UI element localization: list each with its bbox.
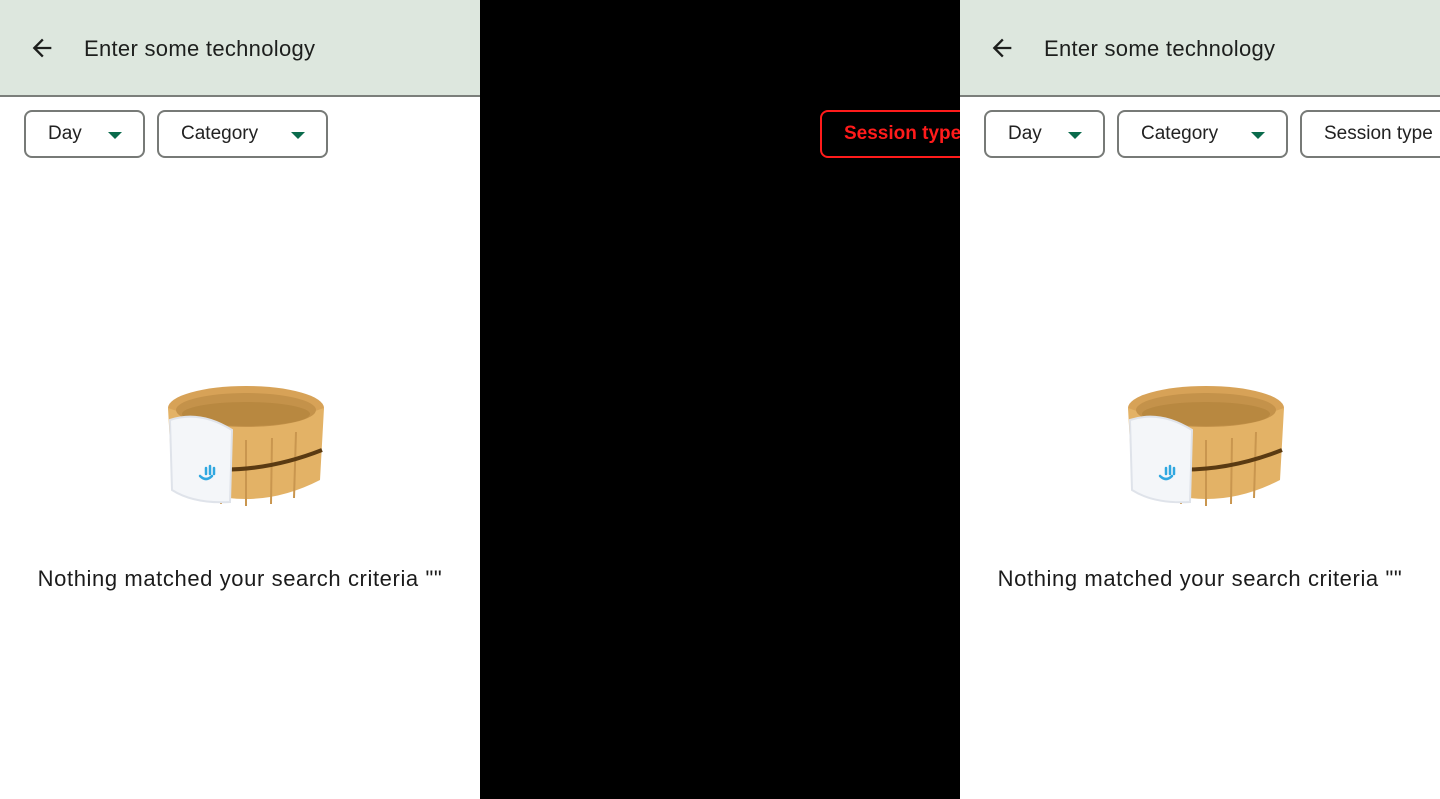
arrow-back-icon — [992, 38, 1012, 58]
chevron-down-icon — [1068, 132, 1082, 139]
day-filter-chip[interactable]: Day — [984, 110, 1105, 158]
session-type-chip-outline: Session type — [820, 110, 960, 158]
day-chip-label: Day — [48, 123, 82, 144]
arrow-back-icon — [32, 38, 52, 58]
chevron-down-icon — [108, 132, 122, 139]
wooden-bath-bucket-illustration — [168, 386, 324, 506]
back-button[interactable] — [980, 30, 1024, 66]
chevron-down-icon — [291, 132, 305, 139]
screen-left: Enter some technology Day Category Nothi… — [0, 0, 480, 799]
empty-state-message: Nothing matched your search criteria "" — [997, 566, 1403, 591]
search-app-bar: Enter some technology — [960, 0, 1440, 97]
search-input[interactable]: Enter some technology — [84, 36, 315, 62]
screen-middle: Session type — [480, 0, 960, 799]
back-button[interactable] — [20, 30, 64, 66]
category-filter-chip[interactable]: Category — [1117, 110, 1288, 158]
day-filter-chip[interactable]: Day — [24, 110, 145, 158]
search-app-bar: Enter some technology — [0, 0, 480, 97]
category-chip-label: Category — [1141, 123, 1219, 144]
wooden-bath-bucket-illustration — [1128, 386, 1284, 506]
session-type-chip-label: Session type — [844, 123, 960, 144]
screen-right: Enter some technology Day Category Sessi… — [960, 0, 1440, 799]
chevron-down-icon — [1251, 132, 1265, 139]
search-input[interactable]: Enter some technology — [1044, 36, 1275, 62]
empty-state-message: Nothing matched your search criteria "" — [37, 566, 443, 591]
day-chip-label: Day — [1008, 123, 1042, 144]
category-filter-chip[interactable]: Category — [157, 110, 328, 158]
category-chip-label: Category — [181, 123, 259, 144]
session-type-chip-label: Session type — [1324, 123, 1433, 144]
session-type-filter-chip[interactable]: Session type — [1300, 110, 1440, 158]
